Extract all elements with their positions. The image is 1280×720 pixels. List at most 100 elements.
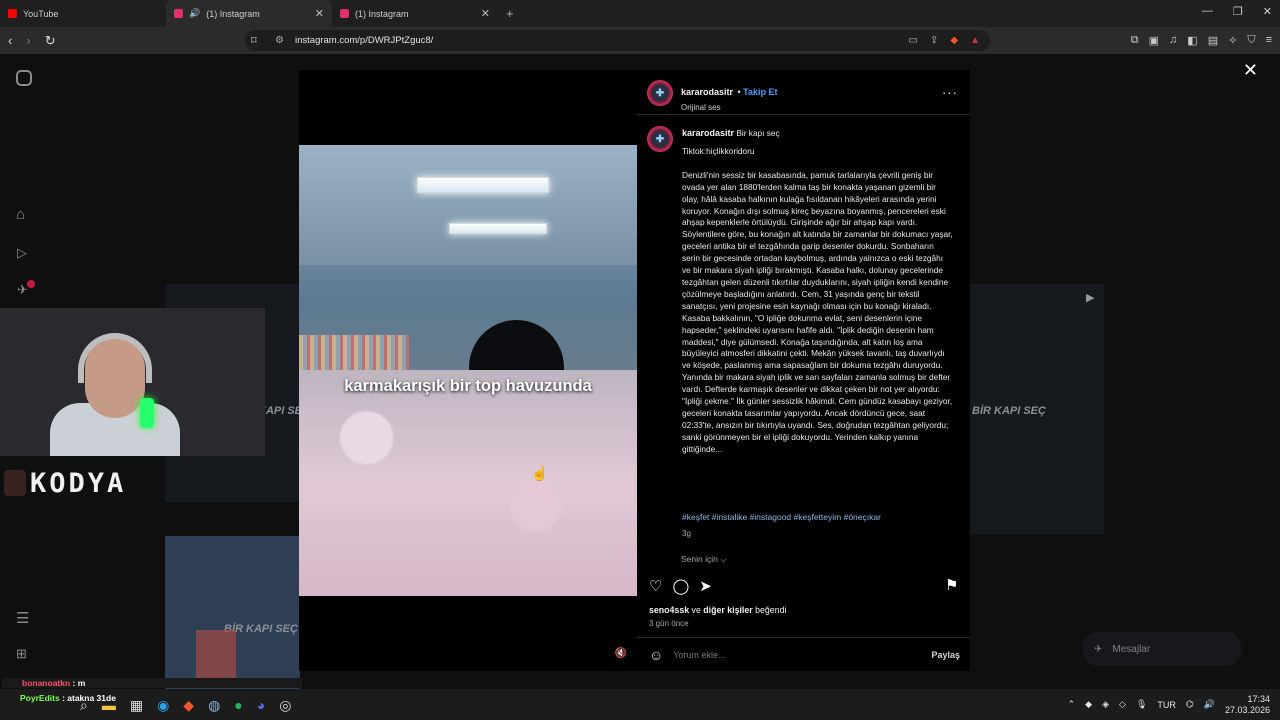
url-field[interactable]: ⌑ ⚙ instagram.com/p/DWRJPtZguc8/ ▭ ⇪ ◆ ▲: [245, 30, 990, 51]
obs-icon[interactable]: ◎: [279, 697, 291, 714]
tray-app-icon[interactable]: ◇: [1119, 699, 1126, 710]
instagram-logo-icon[interactable]: [16, 70, 32, 86]
extensions-icon[interactable]: ⧉: [1131, 34, 1139, 47]
avatar[interactable]: ✚: [647, 126, 673, 152]
maximize-icon[interactable]: ❐: [1233, 5, 1243, 18]
tray-app-icon[interactable]: ◈: [1102, 699, 1109, 710]
share-icon[interactable]: ⇪: [930, 35, 938, 46]
cast-icon[interactable]: ▭: [909, 35, 918, 46]
more-options-icon[interactable]: ···: [942, 85, 958, 100]
clock[interactable]: 17:34 27.03.2026: [1225, 694, 1270, 716]
caption-body: Denizli'nin sessiz bir kasabasında, pamu…: [682, 169, 953, 454]
post-caption: kararodasitr Bir kapı seç Tiktok:hiçlikk…: [682, 128, 954, 468]
save-icon[interactable]: ⚑: [945, 576, 958, 594]
url-text[interactable]: instagram.com/p/DWRJPtZguc8/: [295, 35, 433, 46]
system-tray: ⌃ ◆ ◈ ◇ 🎙 TUR ⌬ 🔊 17:34 27.03.2026: [1068, 694, 1270, 716]
new-tab-button[interactable]: +: [506, 6, 514, 21]
post-age: 3g: [682, 529, 691, 538]
headset: [78, 333, 152, 383]
site-info-icon[interactable]: ⚙: [275, 35, 284, 46]
reel-video[interactable]: karmakarışık bir top havuzunda ☝ 🔇: [299, 70, 637, 671]
liked-by-user[interactable]: seno4ssk: [649, 605, 689, 615]
post-comment-button[interactable]: Paylaş: [931, 650, 960, 660]
speaker-icon[interactable]: 🔊: [189, 8, 200, 19]
video-caption: karmakarışık bir top havuzunda: [344, 377, 592, 395]
heart-icon[interactable]: ♡: [649, 577, 662, 595]
instagram-page: ⌂ ▷ ✈ ☰ ⊞ BİR KAPI SEÇ BİR KAPI SEÇ BİR …: [0, 54, 1280, 689]
tab-instagram-active[interactable]: 🔊 (1) Instagram ✕: [166, 0, 332, 27]
brave-icon[interactable]: ◆: [183, 697, 194, 714]
vpn-icon[interactable]: ⛉: [1247, 34, 1255, 47]
mic-icon[interactable]: 🎙: [1136, 699, 1147, 710]
tray-app-icon[interactable]: ◆: [1085, 699, 1092, 710]
steam-icon[interactable]: ◍: [208, 697, 220, 714]
menu-icon[interactable]: ≡: [1266, 34, 1272, 47]
search-icon[interactable]: ⌕: [80, 697, 88, 714]
store-icon[interactable]: ▦: [130, 697, 143, 714]
more-menu-icon[interactable]: ☰: [16, 609, 29, 627]
share-icon[interactable]: ➤: [699, 577, 712, 595]
username[interactable]: kararodasitr: [681, 87, 733, 97]
close-post-icon[interactable]: ✕: [1243, 60, 1258, 81]
mouse-cursor: ☝: [531, 465, 549, 481]
tab-youtube[interactable]: YouTube: [0, 0, 166, 27]
chat-user: bonanoatkn: [22, 678, 71, 688]
ceiling-light: [449, 223, 547, 234]
microphone: [140, 398, 154, 428]
tab-title: (1) Instagram: [355, 8, 409, 19]
wallet2-icon[interactable]: ▤: [1208, 34, 1218, 47]
comment-icon[interactable]: ◯: [672, 577, 689, 595]
bookmark-icon[interactable]: ⌑: [251, 34, 257, 47]
tab-title: YouTube: [23, 8, 59, 19]
address-bar-row: ‹ › ↻ ⌑ ⚙ instagram.com/p/DWRJPtZguc8/ ▭…: [0, 27, 1280, 54]
caption-title: Bir kapı seç: [736, 128, 780, 138]
back-icon[interactable]: ‹: [8, 33, 12, 49]
volume-icon[interactable]: 🔇: [615, 648, 627, 659]
edge-icon[interactable]: ◉: [157, 697, 169, 714]
ceiling-light: [417, 177, 549, 193]
post-header: ✚ kararodasitr • Takip Et Orijinal ses ·…: [637, 70, 970, 115]
liked-by-others[interactable]: diğer kişiler: [703, 605, 752, 615]
hashtags[interactable]: #keşfet #instalike #instagood #keşfettey…: [682, 512, 881, 522]
close-window-icon[interactable]: ✕: [1263, 5, 1272, 18]
reload-icon[interactable]: ↻: [45, 33, 56, 49]
wallet-icon[interactable]: ▣: [1149, 34, 1159, 47]
chat-user: PoyrEdits: [20, 693, 60, 703]
discord-icon[interactable]: ◕: [257, 697, 265, 714]
audio-label[interactable]: Orijinal ses: [681, 103, 777, 112]
stream-brand: KODYA: [30, 468, 127, 499]
leo-icon[interactable]: ✧: [1228, 34, 1237, 47]
messages-label: Mesajlar: [1112, 643, 1151, 655]
for-you-dropdown[interactable]: Senin için ⌵: [681, 554, 727, 565]
volume-icon[interactable]: 🔊: [1204, 699, 1215, 710]
tab-instagram[interactable]: (1) Instagram ✕: [332, 0, 498, 27]
forward-icon[interactable]: ›: [26, 33, 30, 49]
file-explorer-icon[interactable]: ▬: [102, 697, 116, 714]
network-icon[interactable]: ⌬: [1186, 699, 1194, 710]
reels-icon[interactable]: ▷: [17, 245, 27, 261]
emoji-icon[interactable]: ☺: [649, 647, 663, 663]
media-icon[interactable]: ♫: [1169, 34, 1177, 47]
follow-button[interactable]: Takip Et: [743, 87, 777, 97]
brave-shield-icon[interactable]: ◆: [950, 35, 958, 46]
notification-badge: [27, 280, 35, 288]
tray-overflow-icon[interactable]: ⌃: [1068, 699, 1076, 710]
messages-icon: ✈: [1094, 643, 1103, 655]
meta-icon[interactable]: ⊞: [16, 646, 27, 662]
messages-button[interactable]: ✈ Mesajlar: [1082, 632, 1242, 666]
close-tab-icon[interactable]: ✕: [315, 7, 324, 20]
instagram-icon: [340, 9, 349, 18]
kodya-logo: [4, 470, 26, 496]
brave-rewards-icon[interactable]: ▲: [970, 35, 980, 46]
minimize-icon[interactable]: —: [1202, 5, 1213, 18]
language-indicator[interactable]: TUR: [1157, 700, 1176, 710]
caption-username[interactable]: kararodasitr: [682, 128, 734, 138]
ceiling: [299, 145, 637, 265]
liked-by-connector: ve: [689, 605, 704, 615]
spotify-icon[interactable]: ●: [234, 697, 242, 714]
sidebar-icon[interactable]: ◧: [1187, 34, 1197, 47]
avatar[interactable]: ✚: [647, 80, 673, 106]
comment-input[interactable]: [673, 649, 914, 660]
home-icon[interactable]: ⌂: [16, 206, 25, 223]
close-tab-icon[interactable]: ✕: [481, 7, 490, 20]
